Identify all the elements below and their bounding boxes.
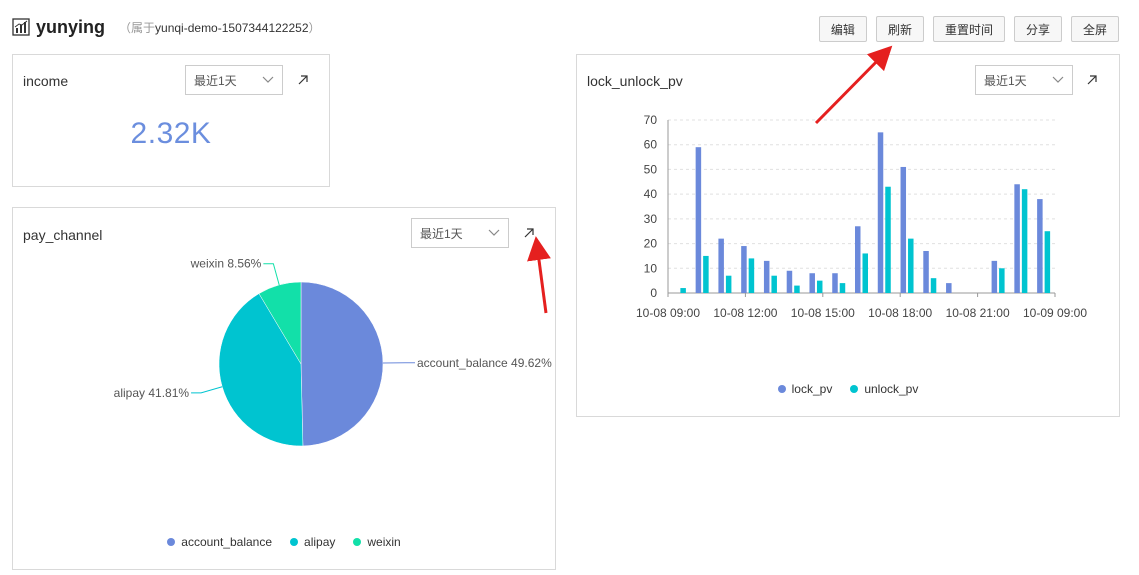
bar-lock_pv[interactable]: [1037, 199, 1043, 293]
legend-label: account_balance: [181, 535, 273, 549]
bar-unlock_pv[interactable]: [771, 275, 777, 293]
expand-icon[interactable]: [1086, 74, 1098, 86]
edit-button[interactable]: 编辑: [818, 16, 867, 42]
x-tick-label: 10-08 21:00: [946, 306, 1010, 320]
pay-channel-range-value: 最近1天: [420, 226, 463, 241]
income-title: income: [23, 73, 69, 89]
legend-label: weixin: [367, 535, 401, 549]
dashboard-title: yunying: [36, 16, 106, 37]
dashboard-owner-id: yunqi-demo-1507344122252: [155, 20, 309, 35]
pay-channel-title: pay_channel: [23, 227, 103, 243]
lock-unlock-range-value: 最近1天: [984, 73, 1027, 88]
bar-unlock_pv[interactable]: [725, 275, 732, 293]
expand-icon[interactable]: [297, 74, 309, 86]
lock-unlock-title: lock_unlock_pv: [587, 73, 683, 89]
x-tick-label: 10-08 09:00: [636, 306, 700, 320]
x-tick-label: 10-08 18:00: [868, 306, 932, 320]
bar-unlock_pv[interactable]: [908, 238, 914, 293]
y-tick-label: 70: [644, 113, 658, 127]
pie-label-account_balance: account_balance 49.62%: [417, 356, 552, 370]
share-button[interactable]: 分享: [1013, 16, 1062, 42]
bar-unlock_pv[interactable]: [885, 186, 891, 293]
bar-unlock_pv[interactable]: [680, 288, 686, 293]
legend-label: unlock_pv: [864, 382, 919, 396]
legend-label: lock_pv: [791, 382, 833, 396]
income-range-value: 最近1天: [194, 73, 237, 88]
y-tick-label: 30: [644, 212, 658, 226]
bar-lock_pv[interactable]: [1014, 184, 1020, 293]
bar-unlock_pv[interactable]: [748, 258, 755, 293]
bar-lock_pv[interactable]: [718, 238, 724, 293]
bar-lock_pv[interactable]: [695, 147, 702, 293]
pie-label-alipay: alipay 41.81%: [114, 386, 190, 400]
income-value: 2.32K: [130, 117, 212, 150]
bar-lock_pv[interactable]: [923, 250, 929, 293]
legend-item-weixin[interactable]: weixin: [353, 535, 401, 549]
x-tick-label: 10-09 09:00: [1023, 306, 1087, 320]
legend-item-unlock_pv[interactable]: unlock_pv: [850, 382, 918, 396]
legend-dot: [850, 385, 859, 393]
bar-unlock_pv[interactable]: [999, 268, 1005, 293]
pie-slice-account_balance[interactable]: [300, 281, 384, 447]
bar-lock_pv[interactable]: [786, 270, 793, 293]
refresh-button[interactable]: 刷新: [875, 16, 924, 42]
legend-item-lock_pv[interactable]: lock_pv: [777, 382, 833, 396]
income-range-select[interactable]: 最近1天: [185, 65, 283, 95]
bar-unlock_pv[interactable]: [1044, 231, 1051, 293]
bar-unlock_pv[interactable]: [839, 283, 846, 293]
legend-dot: [777, 385, 786, 393]
legend-dot: [167, 538, 176, 546]
y-tick-label: 10: [644, 261, 658, 275]
y-tick-label: 60: [644, 138, 658, 152]
x-tick-label: 10-08 12:00: [713, 306, 777, 320]
bar-lock_pv[interactable]: [741, 246, 747, 293]
bar-unlock_pv[interactable]: [816, 280, 823, 293]
pie-label-line-weixin: [263, 263, 280, 286]
bar-lock_pv[interactable]: [877, 132, 884, 293]
dashboard-toolbar: 编辑 刷新 重置时间 分享 全屏: [818, 16, 1119, 42]
y-tick-label: 0: [650, 286, 657, 300]
pay-channel-pie-chart: account_balance 49.62% alipay 41.81% weixi…: [114, 257, 552, 447]
legend-item-alipay[interactable]: alipay: [290, 535, 335, 549]
bar-lock_pv[interactable]: [991, 260, 998, 293]
legend-dot: [353, 538, 362, 546]
bar-lock_pv[interactable]: [809, 273, 815, 293]
bar-lock_pv[interactable]: [832, 273, 838, 293]
pie-label-line-alipay: [191, 386, 223, 394]
pie-label-weixin: weixin 8.56%: [190, 257, 262, 271]
fullscreen-button[interactable]: 全屏: [1070, 16, 1119, 42]
pay-channel-panel: pay_channel 最近1天 account_balance 49.62% a…: [12, 207, 556, 570]
legend-item-account_balance[interactable]: account_balance: [167, 535, 272, 549]
y-tick-label: 40: [644, 187, 658, 201]
pay-channel-legend: account_balance alipay weixin: [13, 535, 555, 549]
legend-label: alipay: [304, 535, 336, 549]
bar-unlock_pv[interactable]: [930, 278, 937, 293]
bar-lock_pv[interactable]: [855, 226, 861, 293]
lock-unlock-range-select[interactable]: 最近1天: [975, 65, 1073, 95]
dashboard-chart-icon: [12, 18, 30, 36]
bar-unlock_pv[interactable]: [703, 255, 709, 293]
lock-unlock-bar-chart: 0 10 20 30 40 50 60 70 10-08 09:00 10-08 12:00 10-…: [636, 113, 1087, 320]
bar-lock_pv[interactable]: [763, 260, 770, 293]
x-tick-label: 10-08 15:00: [791, 306, 855, 320]
y-tick-label: 20: [644, 237, 658, 251]
chevron-down-icon: [488, 229, 500, 236]
bar-lock_pv[interactable]: [900, 166, 907, 293]
lock-unlock-panel: lock_unlock_pv 最近1天 0 10 20 30 40 50 60 70 10-08…: [576, 54, 1120, 417]
bar-lock_pv[interactable]: [946, 283, 952, 293]
chevron-down-icon: [1052, 76, 1064, 83]
chevron-down-icon: [262, 76, 274, 83]
expand-icon[interactable]: [523, 227, 535, 239]
income-panel: income 最近1天 2.32K: [12, 54, 330, 187]
dashboard-owner: （属于yunqi-demo-1507344122252）: [119, 20, 321, 35]
bar-unlock_pv[interactable]: [1021, 189, 1028, 293]
bar-unlock_pv[interactable]: [794, 285, 800, 293]
reset-time-button[interactable]: 重置时间: [932, 16, 1005, 42]
dashboard-header: yunying （属于yunqi-demo-1507344122252）: [12, 12, 321, 42]
y-tick-label: 50: [644, 162, 658, 176]
lock-unlock-legend: lock_pv unlock_pv: [577, 382, 1119, 396]
bar-unlock_pv[interactable]: [862, 253, 869, 293]
legend-dot: [290, 538, 299, 546]
